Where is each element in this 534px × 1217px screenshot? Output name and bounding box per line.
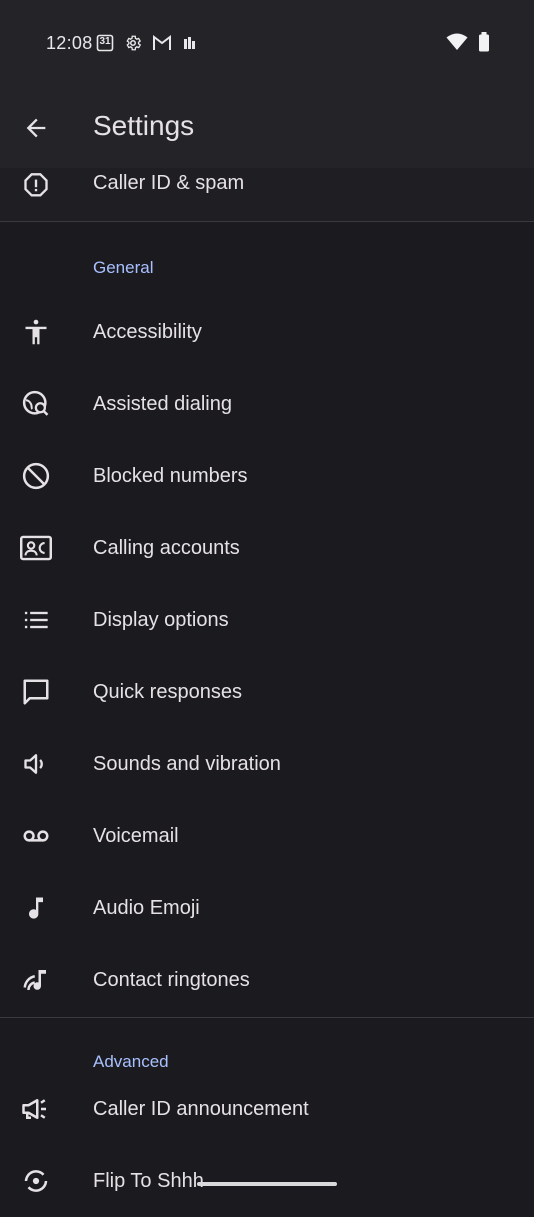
globe-search-icon xyxy=(20,388,52,420)
setting-accessibility[interactable]: Accessibility xyxy=(0,296,534,368)
setting-caller-id-announcement[interactable]: Caller ID announcement xyxy=(0,1073,534,1145)
setting-audio-emoji[interactable]: Audio Emoji xyxy=(0,872,534,944)
setting-label: Display options xyxy=(93,608,229,631)
voicemail-icon xyxy=(20,820,52,852)
accessibility-icon xyxy=(20,316,52,348)
setting-voicemail[interactable]: Voicemail xyxy=(0,800,534,872)
settings-gear-icon xyxy=(124,34,142,52)
setting-label: Calling accounts xyxy=(93,536,240,559)
app-bar: Settings xyxy=(0,88,534,168)
setting-calling-accounts[interactable]: Calling accounts xyxy=(0,512,534,584)
setting-label: Sounds and vibration xyxy=(93,752,281,775)
music-note-icon xyxy=(20,892,52,924)
block-icon xyxy=(20,460,52,492)
list-icon xyxy=(20,604,52,636)
setting-label: Audio Emoji xyxy=(93,896,200,919)
settings-list: Caller ID & spam General Accessibility A… xyxy=(0,168,534,1217)
setting-label: Accessibility xyxy=(93,320,202,343)
arrow-back-icon xyxy=(22,114,50,142)
setting-caller-id-spam[interactable]: Caller ID & spam xyxy=(0,168,534,204)
setting-sounds-vibration[interactable]: Sounds and vibration xyxy=(0,728,534,800)
setting-display-options[interactable]: Display options xyxy=(0,584,534,656)
setting-label: Blocked numbers xyxy=(93,464,248,487)
back-button[interactable] xyxy=(16,108,56,148)
setting-assisted-dialing[interactable]: Assisted dialing xyxy=(0,368,534,440)
page-title: Settings xyxy=(93,110,195,141)
section-title: General xyxy=(93,258,154,277)
setting-label: Voicemail xyxy=(93,824,179,847)
battery-icon xyxy=(478,32,490,52)
setting-quick-responses[interactable]: Quick responses xyxy=(0,656,534,728)
setting-label: Contact ringtones xyxy=(93,968,250,991)
assistant-icon xyxy=(182,35,196,51)
status-bar: 12:08 31 xyxy=(0,0,534,88)
wifi-icon xyxy=(446,33,468,51)
setting-label: Caller ID & spam xyxy=(93,172,245,194)
flip-icon xyxy=(20,1165,52,1197)
announcement-icon xyxy=(20,1093,52,1125)
status-left-icons: 31 xyxy=(96,34,196,52)
contact-card-icon xyxy=(20,532,52,564)
calendar-icon: 31 xyxy=(96,34,114,52)
spam-alert-icon xyxy=(20,170,52,202)
chat-bubble-icon xyxy=(20,676,52,708)
setting-flip-to-shhh[interactable]: Flip To Shhh xyxy=(0,1145,534,1217)
setting-blocked-numbers[interactable]: Blocked numbers xyxy=(0,440,534,512)
calendar-day: 31 xyxy=(99,36,111,47)
gesture-home-indicator[interactable] xyxy=(197,1182,337,1186)
volume-icon xyxy=(20,748,52,780)
status-right-icons xyxy=(446,32,490,52)
section-title: Advanced xyxy=(93,1052,169,1071)
setting-label: Flip To Shhh xyxy=(93,1169,204,1192)
gmail-icon xyxy=(152,35,172,51)
setting-contact-ringtones[interactable]: Contact ringtones xyxy=(0,944,534,1016)
setting-label: Quick responses xyxy=(93,680,242,703)
status-time: 12:08 xyxy=(46,33,93,53)
setting-label: Assisted dialing xyxy=(93,392,232,415)
ringtone-icon xyxy=(20,964,52,996)
setting-label: Caller ID announcement xyxy=(93,1097,309,1120)
